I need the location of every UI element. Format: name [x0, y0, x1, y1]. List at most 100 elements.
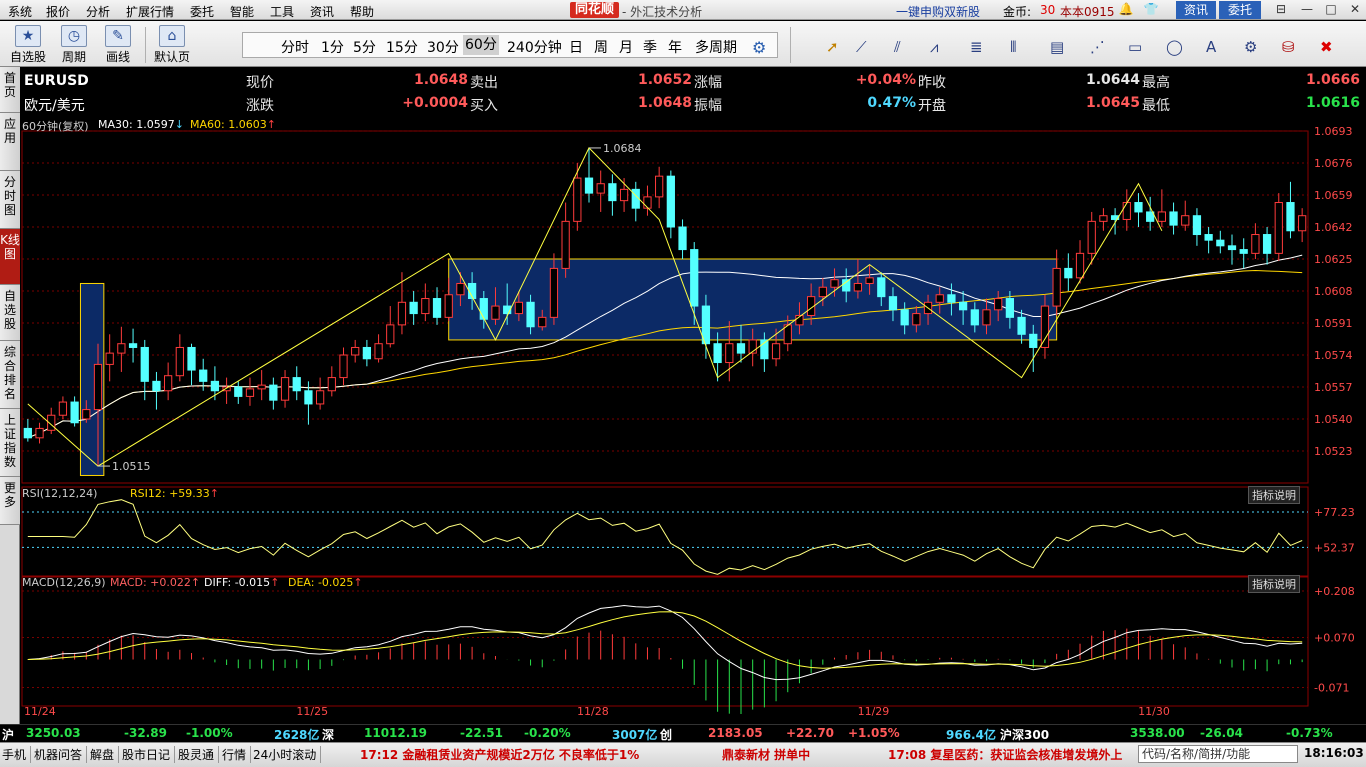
menu-news[interactable]: 资讯 — [310, 3, 334, 20]
draw-settings-gear-icon[interactable]: ⚙ — [1244, 38, 1257, 56]
kline-chart[interactable]: 1.0693 1.0676 1.0659 1.0642 1.0625 1.0608 1.05… — [20, 117, 1366, 724]
ellipse-icon[interactable]: ◯ — [1166, 38, 1183, 56]
rectangle-icon[interactable]: ▭ — [1128, 38, 1142, 56]
channel-icon[interactable]: ▤ — [1050, 38, 1064, 56]
tab-kline[interactable]: K线图 — [0, 229, 20, 285]
menu-analysis[interactable]: 分析 — [86, 3, 110, 20]
period-1min[interactable]: 1分 — [321, 37, 344, 57]
news-ticker-3[interactable]: 17:08 复星医药：获证监会核准增发境外上 — [888, 746, 1122, 763]
wave-line-icon[interactable]: ⩘ — [930, 38, 938, 56]
maximize-button[interactable]: □ — [1322, 2, 1340, 18]
lock-icon[interactable]: ⛁ — [1282, 38, 1295, 56]
brand-logo: 同花顺 — [570, 2, 620, 18]
menu-extended-quote[interactable]: 扩展行情 — [126, 3, 174, 20]
default-page-button[interactable]: ⌂ 默认页 — [150, 23, 194, 65]
menu-help[interactable]: 帮助 — [350, 3, 374, 20]
candle-body — [93, 363, 103, 411]
tab-24h-news[interactable]: 24小时滚动 — [253, 746, 322, 763]
period-button[interactable]: ◷ 周期 — [52, 23, 96, 65]
toolbar-divider — [790, 27, 791, 63]
tab-sh-index[interactable]: 上证指数 — [0, 409, 20, 477]
candle-body — [865, 277, 874, 284]
period-year[interactable]: 年 — [668, 37, 682, 57]
delete-drawings-icon[interactable]: ✖ — [1320, 38, 1333, 56]
text-tool-icon[interactable]: A — [1206, 38, 1216, 56]
close-button[interactable]: ✕ — [1346, 2, 1364, 18]
tab-home[interactable]: 首页 — [0, 67, 20, 113]
menu-tools[interactable]: 工具 — [270, 3, 294, 20]
tab-apps[interactable]: 应用 — [0, 113, 20, 171]
high-label: 1.0684 — [603, 142, 642, 155]
candle-body — [421, 298, 430, 315]
period-60min[interactable]: 60分 — [463, 35, 499, 55]
menu-quote[interactable]: 报价 — [46, 3, 70, 20]
tab-diary[interactable]: 股市日记 — [122, 746, 176, 763]
search-input[interactable]: 代码/名称/简拼/功能 — [1138, 745, 1298, 763]
self-select-button[interactable]: ★ 自选股 — [6, 23, 50, 65]
period-timeshare[interactable]: 分时 — [281, 37, 309, 57]
line-segment-icon[interactable]: ⟋ — [856, 38, 867, 56]
candle-body — [608, 183, 617, 202]
trade-button[interactable]: 委托 — [1219, 1, 1261, 19]
period-week[interactable]: 周 — [594, 37, 608, 57]
news-ticker-2[interactable]: 鼎泰新材 拼单中 — [722, 746, 810, 763]
up-arrow-icon: ↑ — [270, 576, 280, 589]
chart-area[interactable]: 1.0693 1.0676 1.0659 1.0642 1.0625 1.0608 1.05… — [20, 117, 1366, 724]
tab-market[interactable]: 行情 — [222, 746, 252, 763]
clock-icon: ◷ — [61, 25, 87, 47]
period-multi[interactable]: 多周期 — [695, 37, 737, 57]
menu-smart[interactable]: 智能 — [230, 3, 254, 20]
tab-analysis[interactable]: 解盘 — [90, 746, 120, 763]
period-month[interactable]: 月 — [619, 37, 633, 57]
rsi-tick-label: +77.23 — [1314, 506, 1355, 519]
home-icon: ⌂ — [159, 25, 185, 47]
rsi-explain-button[interactable]: 指标说明 — [1248, 486, 1300, 504]
window-title: - 外汇技术分析 — [622, 5, 703, 19]
period-15min[interactable]: 15分 — [386, 37, 418, 57]
minimize-button[interactable]: — — [1298, 2, 1316, 18]
menu-trade[interactable]: 委托 — [190, 3, 214, 20]
tab-mobile[interactable]: 手机 — [2, 746, 32, 763]
value-bid: 1.0648 — [637, 95, 692, 111]
value-ask: 1.0652 — [637, 72, 692, 88]
fibonacci-icon[interactable]: ≣ — [970, 38, 983, 56]
symbol-name: 欧元/美元 — [24, 98, 85, 114]
tab-watchlist[interactable]: 自选股 — [0, 285, 20, 341]
period-240min[interactable]: 240分钟 — [507, 37, 562, 57]
label-current: 现价 — [246, 75, 274, 91]
menu-system[interactable]: 系统 — [8, 3, 32, 20]
tab-stock-tips[interactable]: 股灵通 — [178, 746, 220, 763]
candle-body — [958, 301, 968, 311]
sh-amount: 2628亿 — [274, 728, 320, 742]
period-30min[interactable]: 30分 — [427, 37, 459, 57]
shirt-icon[interactable]: 👕 — [1143, 2, 1159, 18]
bell-icon[interactable]: 🔔 — [1118, 2, 1134, 18]
cursor-arrow-icon[interactable]: ➚ — [826, 38, 839, 56]
parallel-lines-icon[interactable]: ⫽ — [894, 38, 901, 56]
candle-body — [245, 388, 255, 397]
candle-body — [1227, 245, 1237, 251]
candle-body — [900, 309, 909, 326]
candle-body — [643, 196, 652, 209]
candle-body — [187, 346, 196, 371]
sz-change: -22.51 — [460, 726, 503, 740]
y-tick-label: 1.0659 — [1314, 189, 1353, 202]
vertical-lines-icon[interactable]: ⦀ — [1010, 38, 1017, 56]
gann-fan-icon[interactable]: ⋰ — [1090, 38, 1105, 56]
news-ticker-1[interactable]: 17:12 金融租赁业资产规模近2万亿 不良率低于1% — [360, 746, 639, 763]
tab-timeshare[interactable]: 分时图 — [0, 171, 20, 229]
period-day[interactable]: 日 — [569, 37, 583, 57]
tab-more[interactable]: 更多 — [0, 477, 20, 525]
restore-icon[interactable]: ⊟ — [1272, 2, 1290, 18]
candle-body — [561, 220, 570, 269]
period-5min[interactable]: 5分 — [353, 37, 376, 57]
period-settings-gear-icon[interactable]: ⚙ — [752, 38, 766, 57]
macd-explain-button[interactable]: 指标说明 — [1248, 575, 1300, 593]
tab-robot-qa[interactable]: 机器问答 — [34, 746, 88, 763]
news-button[interactable]: 资讯 — [1176, 1, 1216, 19]
ipo-promo-link[interactable]: 一键申购双新股 — [896, 3, 980, 20]
tab-ranking[interactable]: 综合排名 — [0, 341, 20, 409]
period-quarter[interactable]: 季 — [643, 37, 657, 57]
index-status-bar: 沪 3250.03 -32.89 -1.00% 2628亿 深 11012.19… — [0, 724, 1366, 742]
draw-line-button[interactable]: ✎ 画线 — [96, 23, 140, 65]
